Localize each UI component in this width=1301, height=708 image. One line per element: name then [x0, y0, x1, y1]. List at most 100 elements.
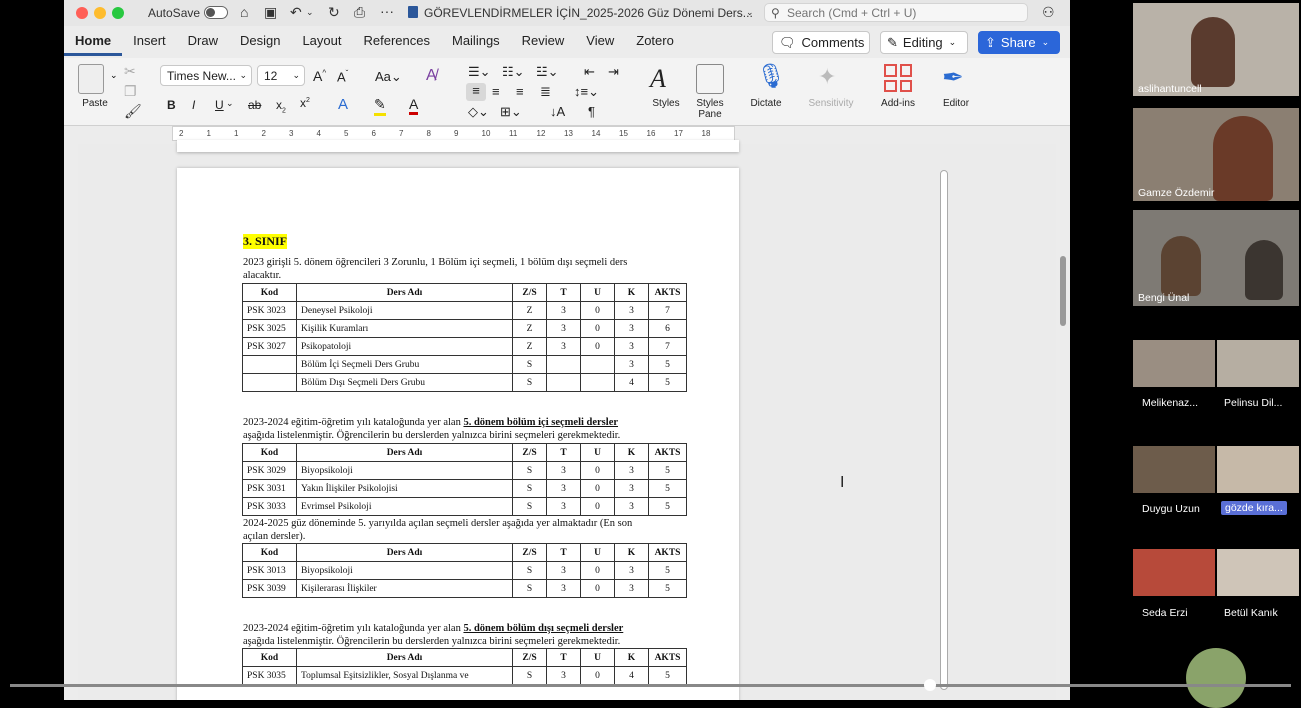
- italic-icon[interactable]: I: [192, 98, 195, 112]
- print-icon[interactable]: ⎙: [354, 5, 365, 19]
- clipboard-icon[interactable]: [78, 64, 104, 94]
- video-tile-6[interactable]: [1133, 446, 1215, 493]
- search-input[interactable]: [787, 5, 1023, 20]
- tab-zotero[interactable]: Zotero: [625, 28, 685, 56]
- editor-label[interactable]: Editor: [934, 98, 978, 109]
- tab-insert[interactable]: Insert: [122, 28, 177, 56]
- zoom-window-button[interactable]: [112, 7, 124, 19]
- tab-home[interactable]: Home: [64, 28, 123, 56]
- tab-draw[interactable]: Draw: [177, 28, 229, 56]
- search-box[interactable]: ⚲: [764, 3, 1028, 22]
- styles-pane-icon[interactable]: [696, 64, 724, 94]
- tab-mailings[interactable]: Mailings: [441, 28, 511, 56]
- paste-label[interactable]: Paste: [78, 98, 112, 109]
- table-header-cell: K: [614, 283, 649, 302]
- ruler[interactable]: 2 1 1 2 3 4 5 6 7 8 9 10 11 12 13 14 15 16 17 18: [172, 126, 735, 141]
- tab-layout[interactable]: Layout: [291, 28, 352, 56]
- table-cell: 0: [580, 319, 615, 338]
- microphone-icon[interactable]: 🎙: [756, 62, 786, 91]
- text-effects-icon[interactable]: A: [338, 96, 348, 113]
- title-chevron-down-icon[interactable]: ⌄: [746, 5, 754, 19]
- highlight-icon[interactable]: ✎: [374, 96, 386, 116]
- multilevel-list-icon[interactable]: ☳⌄: [536, 64, 559, 80]
- minimize-window-button[interactable]: [94, 7, 106, 19]
- align-center-icon[interactable]: ≡: [492, 84, 500, 99]
- comments-button[interactable]: 🗨 Comments: [772, 31, 870, 54]
- shrink-font-icon[interactable]: Aˇ: [337, 69, 348, 84]
- vertical-scrollbar-thumb[interactable]: [1060, 256, 1066, 326]
- change-case-icon[interactable]: Aa⌄: [375, 69, 402, 85]
- underline-icon[interactable]: U: [215, 98, 224, 112]
- tab-references[interactable]: References: [353, 28, 441, 56]
- strikethrough-icon[interactable]: ab: [248, 98, 261, 112]
- tab-review[interactable]: Review: [511, 28, 576, 56]
- paste-dropdown-icon[interactable]: ⌄: [110, 70, 118, 81]
- font-size-select[interactable]: 12 ⌄: [257, 65, 305, 86]
- ruler-mark: 14: [591, 129, 601, 138]
- font-color-icon[interactable]: A: [409, 96, 419, 115]
- table-cell: 6: [648, 319, 687, 338]
- bullets-icon[interactable]: ☰⌄: [468, 64, 491, 80]
- align-left-icon[interactable]: ≡: [466, 83, 486, 101]
- bold-icon[interactable]: B: [167, 98, 176, 112]
- shading-icon[interactable]: ◇⌄: [468, 104, 489, 120]
- more-icon[interactable]: ···: [380, 4, 394, 18]
- undo-icon[interactable]: ↶: [290, 5, 302, 19]
- superscript-icon[interactable]: x2: [300, 96, 310, 110]
- video-tile-3[interactable]: Bengi Ünal: [1133, 210, 1299, 306]
- video-tile-7[interactable]: [1217, 446, 1299, 493]
- subscript-icon[interactable]: x2: [276, 98, 286, 114]
- table-header-cell: Kod: [242, 443, 297, 462]
- editing-button[interactable]: ✎ Editing ⌄: [880, 31, 968, 54]
- add-ins-icon[interactable]: [884, 64, 912, 92]
- video-tile-4[interactable]: [1133, 340, 1215, 387]
- undo-dropdown-icon[interactable]: ⌄: [306, 5, 314, 19]
- video-tile-8[interactable]: [1133, 549, 1215, 596]
- text-cursor-icon: I: [840, 474, 845, 491]
- tab-view[interactable]: View: [575, 28, 625, 56]
- editor-icon[interactable]: ✒: [942, 62, 964, 93]
- table-header-row: Kod Ders Adı Z/S T U K AKTS: [242, 543, 687, 562]
- decrease-indent-icon[interactable]: ⇤: [584, 64, 595, 80]
- video-progress-handle[interactable]: [924, 679, 936, 691]
- close-window-button[interactable]: [76, 7, 88, 19]
- line-spacing-icon[interactable]: ↕≡⌄: [574, 84, 599, 100]
- table-row: Bölüm Dışı Seçmeli Ders Grubu S 4 5: [242, 373, 687, 392]
- share-button[interactable]: ⇪ Share ⌄: [978, 31, 1060, 54]
- video-tile-1[interactable]: aslihantuncell: [1133, 3, 1299, 96]
- avatar[interactable]: [1186, 648, 1246, 708]
- borders-icon[interactable]: ⊞⌄: [500, 104, 522, 120]
- grow-font-icon[interactable]: A^: [313, 68, 326, 84]
- page-scrollbar[interactable]: [940, 170, 948, 690]
- video-tile-9[interactable]: [1217, 549, 1299, 596]
- styles-pane-label[interactable]: Styles Pane: [690, 98, 730, 120]
- justify-icon[interactable]: ≣: [540, 84, 551, 100]
- document-page[interactable]: 3. SINIF 2023 girişli 5. dönem öğrencile…: [177, 168, 739, 700]
- share-settings-icon[interactable]: ⚇: [1042, 5, 1055, 19]
- styles-label[interactable]: Styles: [644, 98, 688, 109]
- autosave-toggle[interactable]: [204, 6, 228, 19]
- tab-design[interactable]: Design: [229, 28, 291, 56]
- save-icon[interactable]: ▣: [264, 5, 277, 19]
- font-name-select[interactable]: Times New... ⌄: [160, 65, 252, 86]
- show-paragraph-marks-icon[interactable]: ¶: [588, 104, 595, 119]
- underline-dropdown-icon[interactable]: ⌄: [226, 98, 234, 109]
- table-cell: 5: [648, 579, 687, 598]
- format-painter-icon[interactable]: 🖌: [124, 104, 142, 118]
- cut-icon[interactable]: ✂: [124, 64, 136, 78]
- align-right-icon[interactable]: ≡: [516, 84, 524, 99]
- document-title[interactable]: GÖREVLENDİRMELER İÇİN_2025-2026 Güz Döne…: [424, 6, 753, 20]
- numbering-icon[interactable]: ☷⌄: [502, 64, 525, 80]
- dictate-label[interactable]: Dictate: [744, 98, 788, 109]
- increase-indent-icon[interactable]: ⇥: [608, 64, 619, 80]
- copy-icon[interactable]: ❐: [124, 84, 137, 98]
- home-icon[interactable]: ⌂: [240, 5, 248, 19]
- redo-icon[interactable]: ↻: [328, 5, 340, 19]
- video-tile-2[interactable]: Gamze Özdemir: [1133, 108, 1299, 201]
- add-ins-label[interactable]: Add-ins: [876, 98, 920, 109]
- sort-icon[interactable]: ↓A: [550, 104, 565, 119]
- clear-formatting-icon[interactable]: A̸: [426, 67, 437, 85]
- styles-icon[interactable]: A: [650, 64, 666, 94]
- video-tile-5[interactable]: [1217, 340, 1299, 387]
- video-progress-bar[interactable]: [10, 684, 1291, 687]
